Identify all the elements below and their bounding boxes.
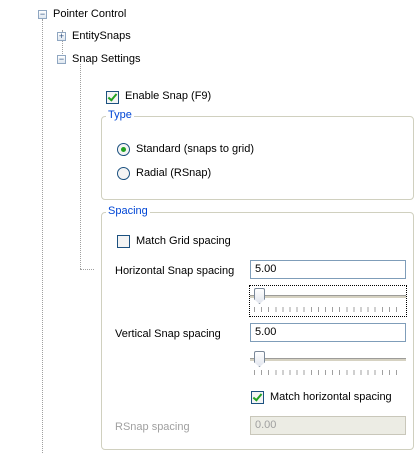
match-grid-label[interactable]: Match Grid spacing [136,235,231,247]
tree-guide-line [42,19,43,453]
type-group-legend: Type [106,109,134,121]
spacing-group-legend: Spacing [106,205,150,217]
collapse-icon[interactable]: − [38,10,47,19]
match-horizontal-label[interactable]: Match horizontal spacing [270,391,392,403]
match-grid-checkbox[interactable] [117,235,130,248]
rsnap-spacing-input: 0.00 [250,416,406,435]
horizontal-snap-slider[interactable] [249,285,407,317]
rsnap-spacing-label: RSnap spacing [115,421,190,433]
slider-ticks [254,307,402,312]
slider-track [250,295,406,299]
radial-radio-label[interactable]: Radial (RSnap) [136,167,211,179]
tree-item-snap-settings[interactable]: Snap Settings [72,53,141,65]
slider-thumb[interactable] [254,351,265,367]
type-group [101,116,414,200]
slider-ticks [254,370,402,375]
slider-track [250,358,406,362]
standard-radio-label[interactable]: Standard (snaps to grid) [136,143,254,155]
vertical-snap-slider[interactable] [250,349,406,379]
horizontal-snap-label: Horizontal Snap spacing [115,265,235,277]
standard-radio[interactable] [117,143,130,156]
slider-thumb[interactable] [254,288,265,304]
tree-item-pointer-control[interactable]: Pointer Control [53,8,126,20]
radial-radio[interactable] [117,167,130,180]
tree-guide-line [80,64,81,269]
tree-item-entitysnaps[interactable]: EntitySnaps [72,30,131,42]
enable-snap-checkbox[interactable] [106,91,119,104]
tree-guide-line [80,269,94,270]
match-horizontal-checkbox[interactable] [251,391,264,404]
enable-snap-label[interactable]: Enable Snap (F9) [125,90,211,102]
collapse-icon[interactable]: − [57,55,66,64]
vertical-snap-label: Vertical Snap spacing [115,328,221,340]
expand-icon[interactable]: + [57,32,66,41]
vertical-snap-input[interactable]: 5.00 [250,323,406,342]
horizontal-snap-input[interactable]: 5.00 [250,260,406,279]
